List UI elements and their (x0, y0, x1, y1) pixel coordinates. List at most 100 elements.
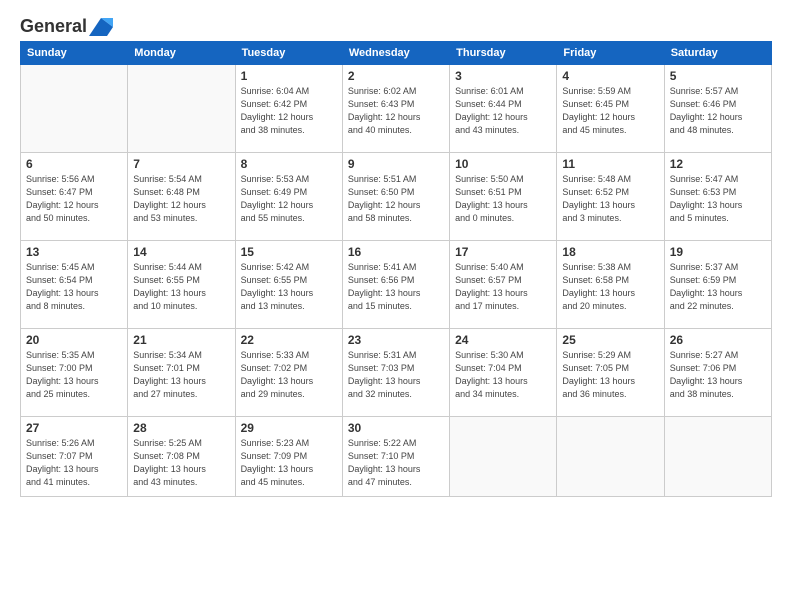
day-number: 9 (348, 157, 444, 171)
calendar-cell: 29 Sunrise: 5:23 AM Sunset: 7:09 PM Dayli… (235, 417, 342, 497)
day-info: Sunrise: 5:23 AM Sunset: 7:09 PM Dayligh… (241, 437, 337, 489)
header-cell-monday: Monday (128, 42, 235, 65)
calendar-cell: 1Sunrise: 6:04 AM Sunset: 6:42 PM Daylig… (235, 65, 342, 153)
day-info: Sunrise: 5:25 AM Sunset: 7:08 PM Dayligh… (133, 437, 229, 489)
day-number: 20 (26, 333, 122, 347)
calendar-header: SundayMondayTuesdayWednesdayThursdayFrid… (21, 42, 772, 65)
day-info: Sunrise: 5:57 AM Sunset: 6:46 PM Dayligh… (670, 85, 766, 137)
day-number: 16 (348, 245, 444, 259)
day-number: 29 (241, 421, 337, 435)
calendar-cell (450, 417, 557, 497)
day-info: Sunrise: 5:56 AM Sunset: 6:47 PM Dayligh… (26, 173, 122, 225)
header-cell-tuesday: Tuesday (235, 42, 342, 65)
day-number: 11 (562, 157, 658, 171)
day-number: 3 (455, 69, 551, 83)
day-info: Sunrise: 5:27 AM Sunset: 7:06 PM Dayligh… (670, 349, 766, 401)
header-cell-wednesday: Wednesday (342, 42, 449, 65)
day-number: 1 (241, 69, 337, 83)
day-info: Sunrise: 5:44 AM Sunset: 6:55 PM Dayligh… (133, 261, 229, 313)
day-info: Sunrise: 6:02 AM Sunset: 6:43 PM Dayligh… (348, 85, 444, 137)
week-row-5: 27 Sunrise: 5:26 AM Sunset: 7:07 PM Dayli… (21, 417, 772, 497)
day-info: Sunrise: 5:35 AM Sunset: 7:00 PM Dayligh… (26, 349, 122, 401)
day-number: 7 (133, 157, 229, 171)
day-number: 27 (26, 421, 122, 435)
day-info: Sunrise: 5:51 AM Sunset: 6:50 PM Dayligh… (348, 173, 444, 225)
calendar-cell: 10 Sunrise: 5:50 AM Sunset: 6:51 PM Dayli… (450, 153, 557, 241)
calendar-cell: 14 Sunrise: 5:44 AM Sunset: 6:55 PM Dayli… (128, 241, 235, 329)
header-cell-sunday: Sunday (21, 42, 128, 65)
day-number: 15 (241, 245, 337, 259)
day-number: 23 (348, 333, 444, 347)
logo: General (20, 16, 113, 35)
day-number: 30 (348, 421, 444, 435)
day-number: 18 (562, 245, 658, 259)
calendar-cell: 21 Sunrise: 5:34 AM Sunset: 7:01 PM Dayli… (128, 329, 235, 417)
calendar-cell: 8 Sunrise: 5:53 AM Sunset: 6:49 PM Daylig… (235, 153, 342, 241)
calendar-cell: 18Sunrise: 5:38 AM Sunset: 6:58 PM Dayli… (557, 241, 664, 329)
day-number: 8 (241, 157, 337, 171)
day-number: 25 (562, 333, 658, 347)
calendar-cell (664, 417, 771, 497)
day-number: 10 (455, 157, 551, 171)
calendar-cell: 22Sunrise: 5:33 AM Sunset: 7:02 PM Dayli… (235, 329, 342, 417)
day-info: Sunrise: 5:53 AM Sunset: 6:49 PM Dayligh… (241, 173, 337, 225)
day-info: Sunrise: 5:30 AM Sunset: 7:04 PM Dayligh… (455, 349, 551, 401)
calendar-cell: 17Sunrise: 5:40 AM Sunset: 6:57 PM Dayli… (450, 241, 557, 329)
day-info: Sunrise: 5:50 AM Sunset: 6:51 PM Dayligh… (455, 173, 551, 225)
day-info: Sunrise: 5:59 AM Sunset: 6:45 PM Dayligh… (562, 85, 658, 137)
day-info: Sunrise: 5:22 AM Sunset: 7:10 PM Dayligh… (348, 437, 444, 489)
header-cell-thursday: Thursday (450, 42, 557, 65)
calendar-cell: 30 Sunrise: 5:22 AM Sunset: 7:10 PM Dayli… (342, 417, 449, 497)
day-info: Sunrise: 5:37 AM Sunset: 6:59 PM Dayligh… (670, 261, 766, 313)
day-number: 28 (133, 421, 229, 435)
page: General SundayMondayTuesdayWednesdayThur… (0, 0, 792, 612)
calendar-cell: 26 Sunrise: 5:27 AM Sunset: 7:06 PM Dayli… (664, 329, 771, 417)
day-info: Sunrise: 5:29 AM Sunset: 7:05 PM Dayligh… (562, 349, 658, 401)
calendar-cell: 23 Sunrise: 5:31 AM Sunset: 7:03 PM Dayli… (342, 329, 449, 417)
week-row-4: 20 Sunrise: 5:35 AM Sunset: 7:00 PM Dayli… (21, 329, 772, 417)
calendar-cell: 13Sunrise: 5:45 AM Sunset: 6:54 PM Dayli… (21, 241, 128, 329)
calendar-cell: 15Sunrise: 5:42 AM Sunset: 6:55 PM Dayli… (235, 241, 342, 329)
logo-text: General (20, 16, 113, 37)
day-info: Sunrise: 5:48 AM Sunset: 6:52 PM Dayligh… (562, 173, 658, 225)
calendar-cell: 12 Sunrise: 5:47 AM Sunset: 6:53 PM Dayli… (664, 153, 771, 241)
calendar-cell: 16Sunrise: 5:41 AM Sunset: 6:56 PM Dayli… (342, 241, 449, 329)
logo-general-text: General (20, 16, 87, 37)
day-number: 17 (455, 245, 551, 259)
logo-icon (89, 18, 113, 36)
day-info: Sunrise: 5:34 AM Sunset: 7:01 PM Dayligh… (133, 349, 229, 401)
week-row-1: 1Sunrise: 6:04 AM Sunset: 6:42 PM Daylig… (21, 65, 772, 153)
calendar-cell: 20 Sunrise: 5:35 AM Sunset: 7:00 PM Dayli… (21, 329, 128, 417)
calendar-cell: 24Sunrise: 5:30 AM Sunset: 7:04 PM Dayli… (450, 329, 557, 417)
week-row-2: 6 Sunrise: 5:56 AM Sunset: 6:47 PM Daylig… (21, 153, 772, 241)
day-number: 21 (133, 333, 229, 347)
day-number: 13 (26, 245, 122, 259)
calendar-cell: 11 Sunrise: 5:48 AM Sunset: 6:52 PM Dayli… (557, 153, 664, 241)
day-number: 26 (670, 333, 766, 347)
day-number: 12 (670, 157, 766, 171)
day-info: Sunrise: 5:33 AM Sunset: 7:02 PM Dayligh… (241, 349, 337, 401)
calendar-cell: 4 Sunrise: 5:59 AM Sunset: 6:45 PM Daylig… (557, 65, 664, 153)
day-number: 14 (133, 245, 229, 259)
header-cell-saturday: Saturday (664, 42, 771, 65)
day-number: 2 (348, 69, 444, 83)
day-number: 5 (670, 69, 766, 83)
day-number: 4 (562, 69, 658, 83)
calendar-cell: 5 Sunrise: 5:57 AM Sunset: 6:46 PM Daylig… (664, 65, 771, 153)
calendar-cell: 9 Sunrise: 5:51 AM Sunset: 6:50 PM Daylig… (342, 153, 449, 241)
header: General (20, 16, 772, 35)
day-info: Sunrise: 5:54 AM Sunset: 6:48 PM Dayligh… (133, 173, 229, 225)
header-row: SundayMondayTuesdayWednesdayThursdayFrid… (21, 42, 772, 65)
calendar-cell: 6 Sunrise: 5:56 AM Sunset: 6:47 PM Daylig… (21, 153, 128, 241)
calendar-cell: 27 Sunrise: 5:26 AM Sunset: 7:07 PM Dayli… (21, 417, 128, 497)
day-info: Sunrise: 5:26 AM Sunset: 7:07 PM Dayligh… (26, 437, 122, 489)
day-info: Sunrise: 5:47 AM Sunset: 6:53 PM Dayligh… (670, 173, 766, 225)
calendar-cell (128, 65, 235, 153)
day-info: Sunrise: 6:01 AM Sunset: 6:44 PM Dayligh… (455, 85, 551, 137)
day-number: 6 (26, 157, 122, 171)
calendar-cell: 25 Sunrise: 5:29 AM Sunset: 7:05 PM Dayli… (557, 329, 664, 417)
calendar-body: 1Sunrise: 6:04 AM Sunset: 6:42 PM Daylig… (21, 65, 772, 497)
day-info: Sunrise: 5:31 AM Sunset: 7:03 PM Dayligh… (348, 349, 444, 401)
calendar-cell: 3 Sunrise: 6:01 AM Sunset: 6:44 PM Daylig… (450, 65, 557, 153)
calendar-cell: 28 Sunrise: 5:25 AM Sunset: 7:08 PM Dayli… (128, 417, 235, 497)
